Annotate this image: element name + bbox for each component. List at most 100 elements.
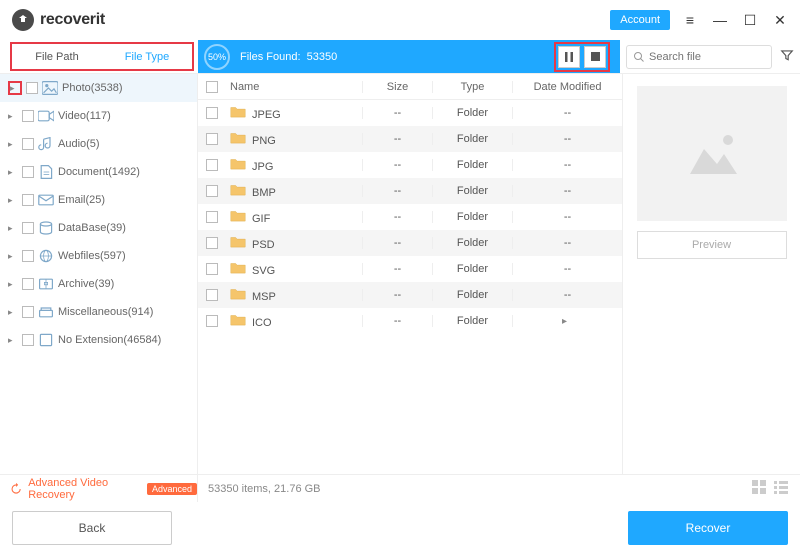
expand-toggle[interactable]: ▸ [8,307,18,318]
none-icon [38,333,54,347]
close-icon[interactable]: ✕ [772,12,788,29]
database-icon [38,221,54,235]
category-checkbox[interactable] [22,334,34,346]
sidebar-item-email[interactable]: ▸Email(25) [0,186,197,214]
search-box[interactable] [626,45,772,69]
folder-icon [230,313,246,326]
web-icon [38,249,54,263]
row-checkbox[interactable] [206,185,218,197]
category-checkbox[interactable] [22,110,34,122]
expand-toggle[interactable]: ▸ [8,279,18,290]
category-checkbox[interactable] [22,166,34,178]
category-checkbox[interactable] [22,306,34,318]
expand-toggle[interactable]: ▸ [8,251,18,262]
category-label: Audio(5) [58,138,100,150]
sidebar-item-web[interactable]: ▸Webfiles(597) [0,242,197,270]
table-row[interactable]: JPEG--Folder-- [198,100,622,126]
file-date: ▸ [512,315,622,327]
col-name[interactable]: Name [226,81,362,93]
expand-toggle[interactable]: ▸ [8,223,18,234]
folder-icon [230,105,246,118]
sidebar-item-misc[interactable]: ▸Miscellaneous(914) [0,298,197,326]
maximize-icon[interactable]: ☐ [742,12,758,29]
category-checkbox[interactable] [22,222,34,234]
folder-icon [230,131,246,144]
category-label: Document(1492) [58,166,140,178]
col-size[interactable]: Size [362,81,432,93]
filter-icon[interactable] [780,48,794,65]
file-date: -- [512,289,622,301]
col-type[interactable]: Type [432,81,512,93]
minimize-icon[interactable]: — [712,12,728,28]
back-button[interactable]: Back [12,511,172,545]
tab-file-type[interactable]: File Type [102,44,192,69]
search-input[interactable] [649,51,765,63]
table-row[interactable]: JPG--Folder-- [198,152,622,178]
category-checkbox[interactable] [22,194,34,206]
expand-toggle[interactable]: ▸ [8,139,18,150]
app-logo: recoverit [12,9,105,31]
row-checkbox[interactable] [206,211,218,223]
advanced-video-recovery[interactable]: Advanced Video Recovery Advanced [0,475,198,502]
email-icon [38,193,54,207]
row-checkbox[interactable] [206,237,218,249]
sidebar-item-video[interactable]: ▸Video(117) [0,102,197,130]
expand-toggle[interactable]: ▸ [8,111,18,122]
table-row[interactable]: ICO--Folder▸ [198,308,622,334]
row-checkbox[interactable] [206,263,218,275]
account-button[interactable]: Account [610,10,670,30]
row-checkbox[interactable] [206,289,218,301]
row-checkbox[interactable] [206,133,218,145]
table-row[interactable]: PNG--Folder-- [198,126,622,152]
sidebar-item-database[interactable]: ▸DataBase(39) [0,214,197,242]
menu-icon[interactable]: ≡ [682,12,698,28]
expand-toggle[interactable]: ▸ [8,335,18,346]
category-checkbox[interactable] [26,82,38,94]
preview-button[interactable]: Preview [637,231,787,259]
file-name: SVG [252,265,275,277]
table-row[interactable]: BMP--Folder-- [198,178,622,204]
file-date: -- [512,107,622,119]
expand-toggle[interactable]: ▸ [8,195,18,206]
stop-button[interactable] [584,46,606,68]
sidebar-item-audio[interactable]: ▸ Audio(5) [0,130,197,158]
logo-icon [12,9,34,31]
table-row[interactable]: SVG--Folder-- [198,256,622,282]
list-view-icon[interactable] [774,480,788,497]
category-checkbox[interactable] [22,138,34,150]
file-size: -- [362,159,432,171]
chevron-right-icon[interactable]: ▸ [562,316,573,327]
col-date[interactable]: Date Modified [512,81,622,93]
sidebar-item-image[interactable]: ▸Photo(3538) [0,74,197,102]
misc-icon [38,305,54,319]
table-row[interactable]: GIF--Folder-- [198,204,622,230]
file-name: JPEG [252,109,281,121]
table-row[interactable]: PSD--Folder-- [198,230,622,256]
footer: Back Recover [0,502,800,554]
archive-icon [38,277,54,291]
row-checkbox[interactable] [206,315,218,327]
sidebar-item-none[interactable]: ▸No Extension(46584) [0,326,197,354]
pause-button[interactable] [558,46,580,68]
row-checkbox[interactable] [206,159,218,171]
grid-view-icon[interactable] [752,480,766,497]
table-row[interactable]: MSP--Folder-- [198,282,622,308]
row-checkbox[interactable] [206,107,218,119]
expand-toggle[interactable]: ▸ [8,81,22,95]
file-size: -- [362,185,432,197]
file-type: Folder [432,315,512,327]
preview-panel: Preview [622,74,800,474]
select-all-checkbox[interactable] [206,81,218,93]
preview-placeholder [637,86,787,221]
expand-toggle[interactable]: ▸ [8,167,18,178]
app-name: recoverit [40,11,105,29]
file-size: -- [362,263,432,275]
recover-button[interactable]: Recover [628,511,788,545]
category-checkbox[interactable] [22,250,34,262]
refresh-icon [10,482,22,496]
category-checkbox[interactable] [22,278,34,290]
sidebar-item-document[interactable]: ▸ Document(1492) [0,158,197,186]
sidebar-item-archive[interactable]: ▸Archive(39) [0,270,197,298]
grid-header: Name Size Type Date Modified [198,74,622,100]
tab-file-path[interactable]: File Path [12,44,102,69]
